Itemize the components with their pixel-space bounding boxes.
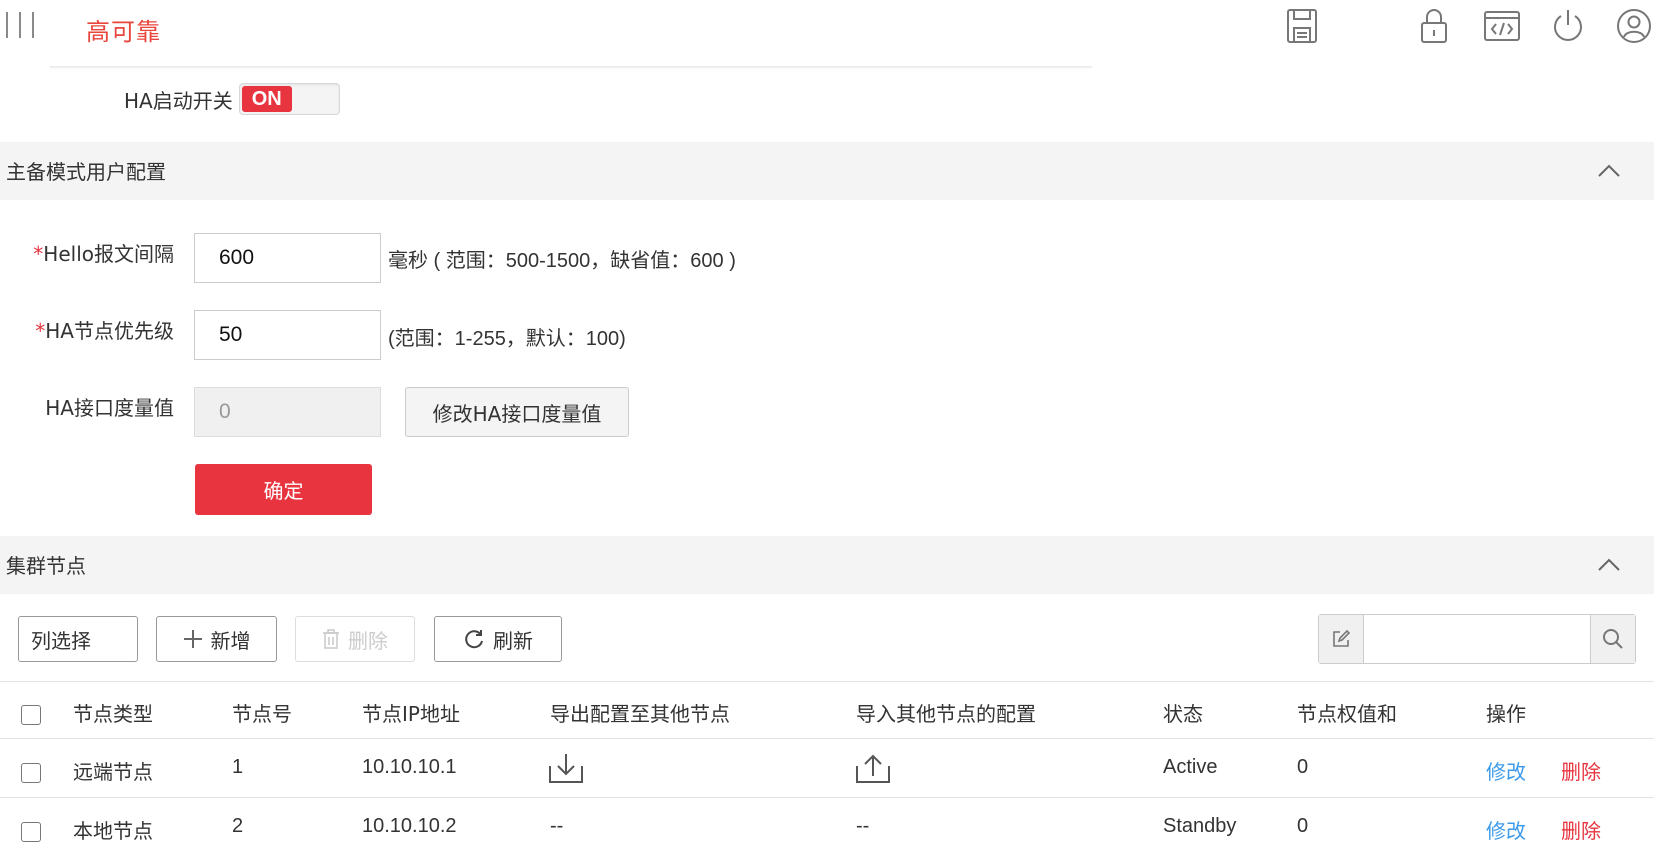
status-cell: Standby [1163, 815, 1237, 837]
top-bar: 高可靠 [0, 0, 1654, 68]
status-cell: Active [1163, 756, 1218, 778]
ha-switch-label: HA启动开关 [124, 88, 233, 113]
chevron-up-icon[interactable] [1594, 156, 1624, 186]
hello-interval-hint: 毫秒 ( 范围：500-1500，缺省值：600 ) [388, 250, 736, 272]
row-divider [0, 797, 1654, 798]
modify-metric-button[interactable]: 修改HA接口度量值 [405, 387, 629, 437]
delete-link[interactable]: 删除 [1561, 756, 1601, 785]
weight-cell: 0 [1297, 815, 1309, 837]
column-header[interactable]: 导入其他节点的配置 [856, 698, 1036, 727]
ha-switch-row: HA启动开关 ON [124, 82, 340, 116]
table-top-border [0, 681, 1654, 682]
node-type-cell: 远端节点 [73, 760, 153, 784]
weight-cell: 0 [1297, 756, 1309, 778]
column-header[interactable]: 状态 [1163, 698, 1203, 727]
column-header: 操作 [1486, 702, 1526, 726]
search-box [1318, 614, 1636, 664]
node-ip-cell: 10.10.10.1 [362, 756, 457, 778]
trash-icon [323, 629, 339, 649]
add-label: 新增 [210, 628, 251, 653]
node-type-cell: 本地节点 [73, 819, 153, 843]
column-select-button[interactable]: 列选择 [18, 616, 138, 662]
row-checkbox[interactable] [21, 822, 41, 842]
section-header-cluster-nodes[interactable]: 集群节点 [0, 536, 1654, 594]
user-icon[interactable] [1612, 4, 1654, 48]
upload-icon[interactable] [855, 752, 891, 784]
hello-interval-label: *Hello报文间隔 [33, 242, 174, 266]
column-header[interactable]: 节点权值和 [1297, 698, 1397, 727]
search-input[interactable] [1365, 615, 1589, 663]
section-title: 集群节点 [6, 554, 86, 578]
page-title: 高可靠 [86, 18, 161, 46]
column-header[interactable]: 节点号 [232, 698, 292, 727]
refresh-button[interactable]: 刷新 [434, 616, 562, 662]
delete-link[interactable]: 删除 [1561, 815, 1601, 844]
import-cell: -- [856, 815, 870, 837]
export-cell: -- [550, 815, 564, 837]
edit-link[interactable]: 修改 [1486, 815, 1526, 844]
refresh-icon [465, 630, 483, 649]
power-icon[interactable] [1546, 4, 1590, 48]
select-all-checkbox[interactable] [21, 705, 41, 725]
search-icon[interactable] [1590, 615, 1635, 663]
edit-link[interactable]: 修改 [1486, 756, 1526, 785]
table-header-border [0, 738, 1654, 739]
chevron-up-icon[interactable] [1594, 550, 1624, 580]
code-icon[interactable] [1480, 4, 1524, 48]
node-id-cell: 1 [232, 756, 244, 778]
ha-toggle-switch[interactable]: ON [238, 83, 340, 115]
add-button[interactable]: 新增 [156, 616, 277, 662]
top-bar-shadow [50, 66, 1092, 69]
delete-button: 删除 [295, 616, 415, 662]
interface-metric-label: HA接口度量值 [45, 396, 174, 420]
section-header-ha-config[interactable]: 主备模式用户配置 [0, 142, 1654, 200]
download-icon[interactable] [548, 752, 584, 784]
save-icon[interactable] [1280, 4, 1324, 48]
hello-interval-input[interactable] [194, 233, 381, 283]
column-select-label: 列选择 [31, 628, 91, 653]
node-ip-cell: 10.10.10.2 [362, 815, 457, 837]
plus-icon [183, 630, 202, 648]
menu-toggle-icon[interactable] [6, 12, 44, 40]
lock-icon[interactable] [1412, 4, 1456, 48]
column-header[interactable]: 导出配置至其他节点 [550, 698, 730, 727]
node-priority-hint: (范围：1-255，默认：100) [388, 328, 626, 350]
node-priority-label: *HA节点优先级 [35, 319, 174, 343]
interface-metric-input [194, 387, 381, 437]
column-header[interactable]: 节点类型 [73, 698, 153, 727]
section-title: 主备模式用户配置 [6, 160, 166, 184]
node-id-cell: 2 [232, 815, 244, 837]
node-priority-input[interactable] [194, 310, 381, 360]
refresh-label: 刷新 [493, 628, 533, 653]
column-header[interactable]: 节点IP地址 [362, 698, 460, 727]
toggle-on-label: ON [241, 86, 292, 112]
confirm-button[interactable]: 确定 [195, 464, 372, 515]
row-checkbox[interactable] [21, 763, 41, 783]
edit-filter-icon[interactable] [1319, 615, 1364, 663]
delete-label: 删除 [348, 628, 388, 653]
